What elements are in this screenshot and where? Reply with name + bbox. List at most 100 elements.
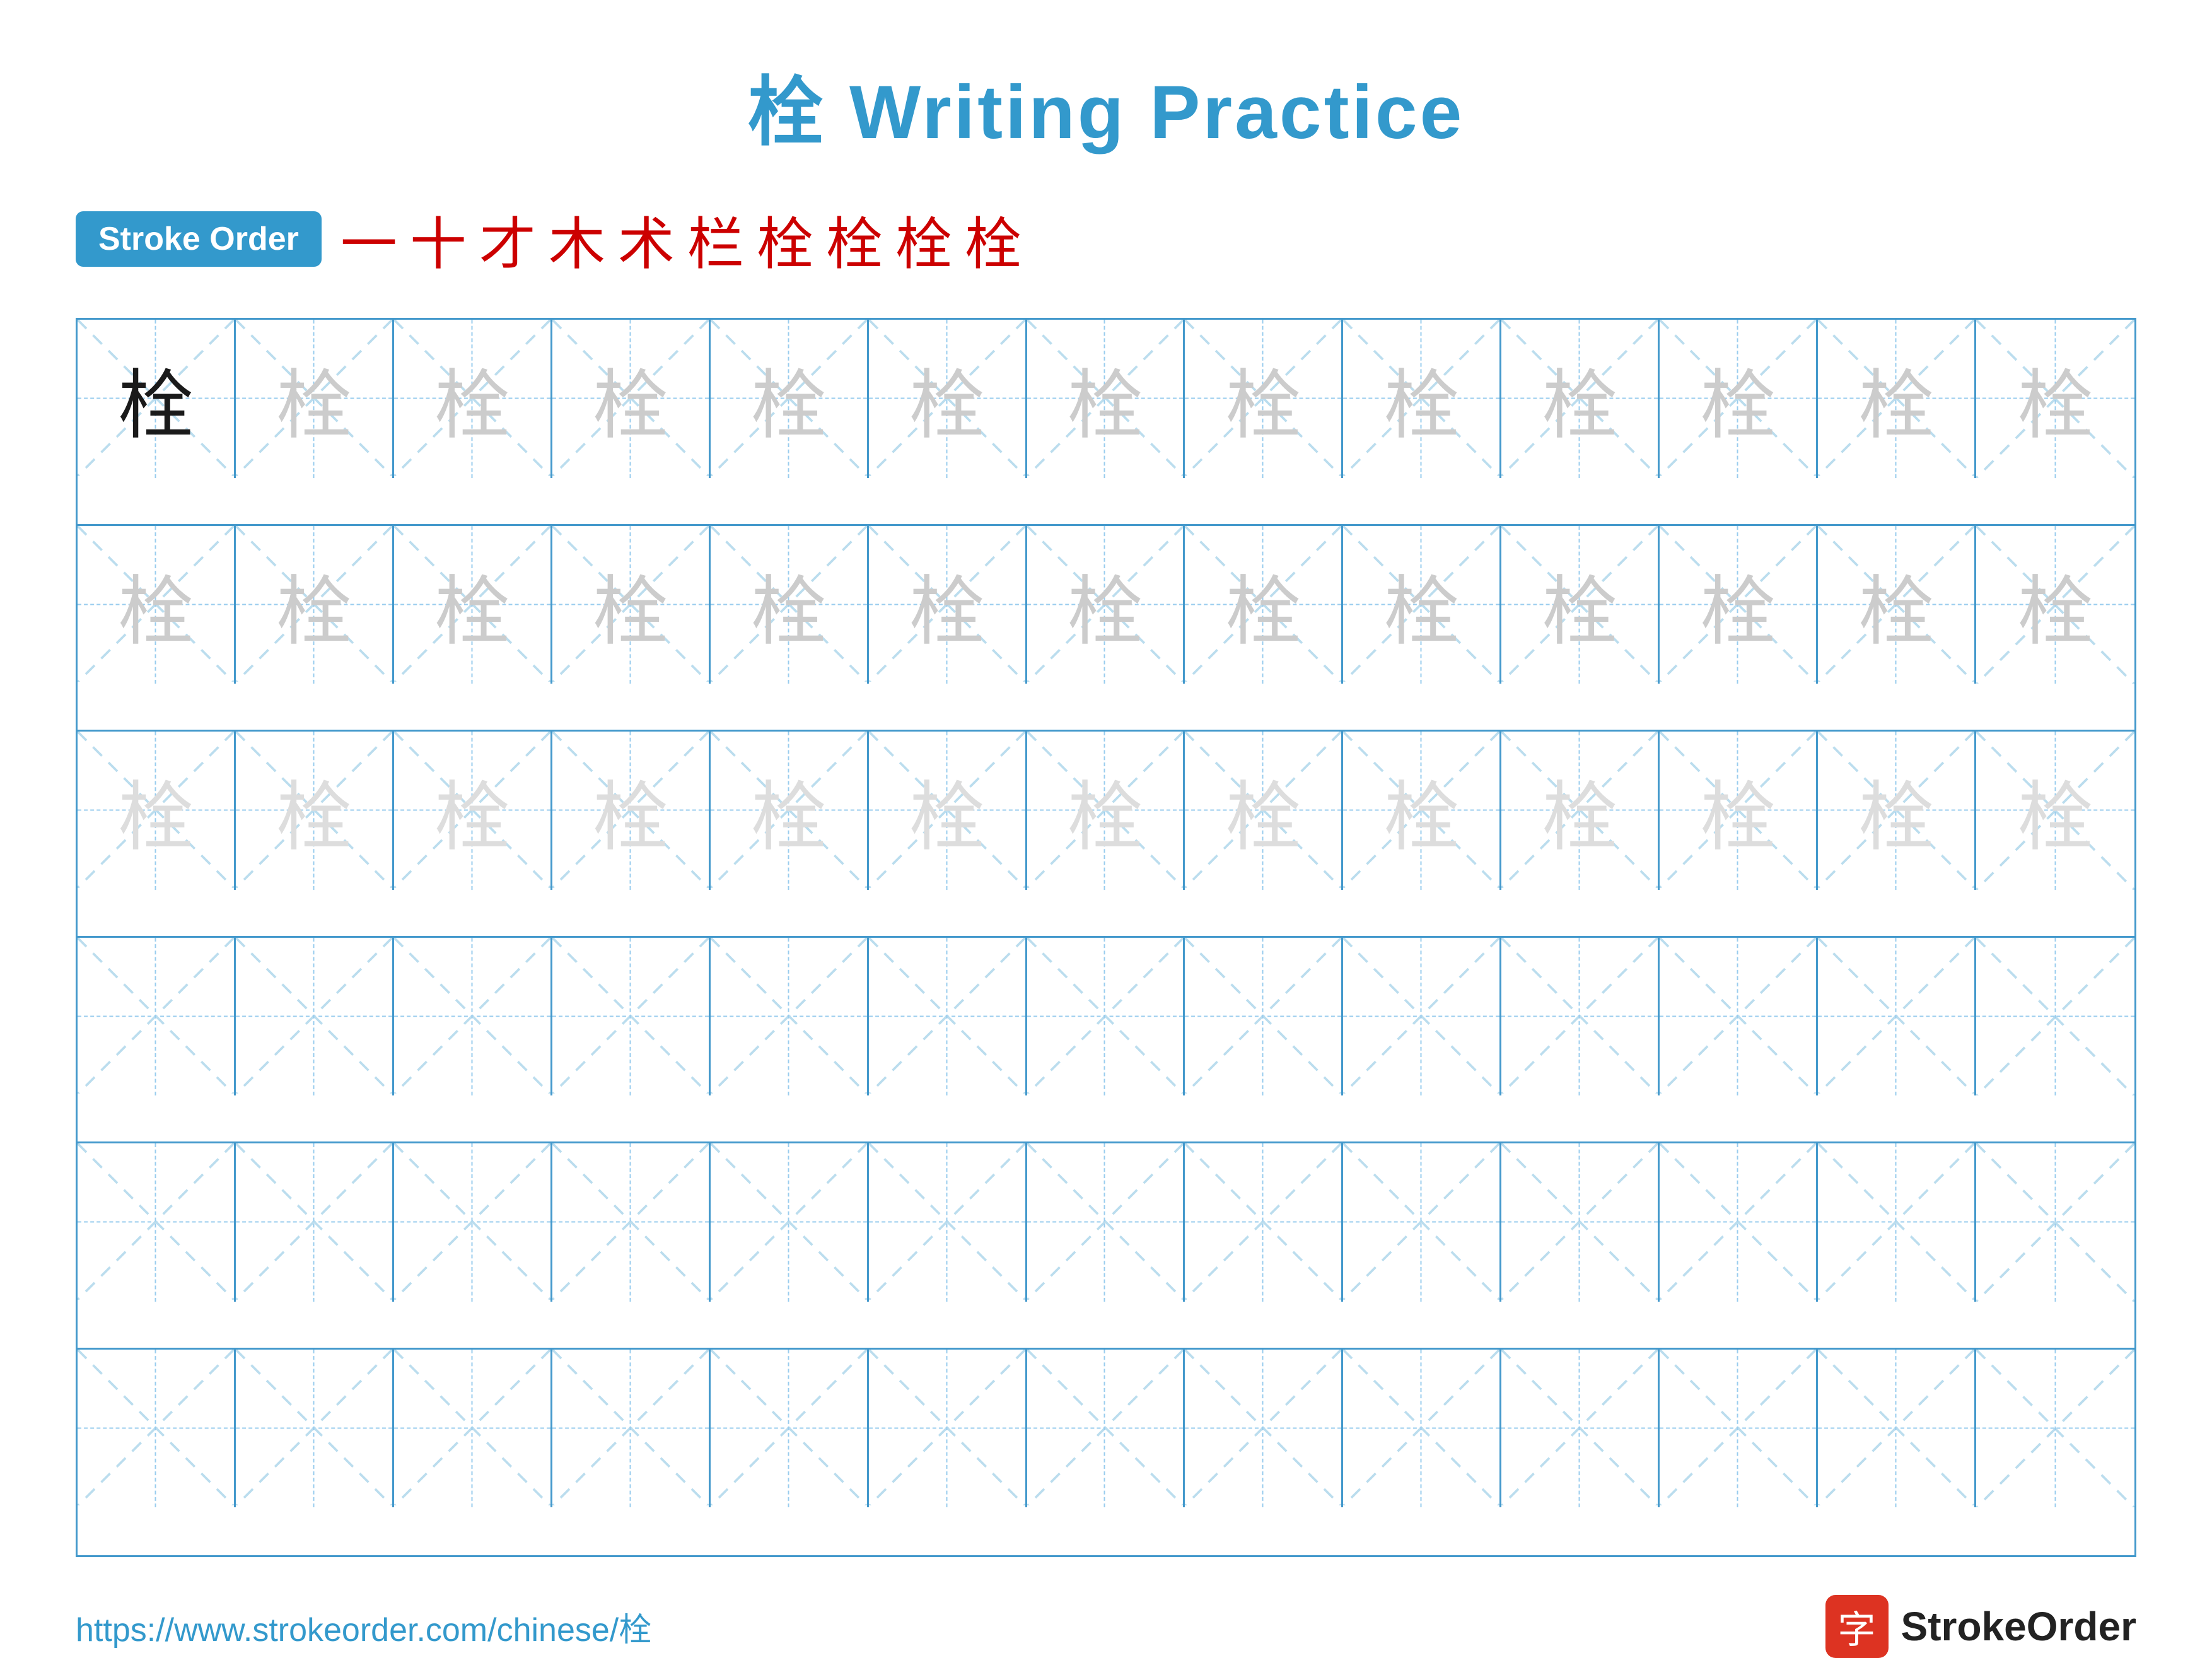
- char-display: 栓: [1542, 756, 1617, 865]
- grid-cell[interactable]: 栓: [1343, 732, 1501, 890]
- grid-cell[interactable]: 栓: [78, 526, 236, 684]
- grid-cell[interactable]: 栓: [1660, 732, 1818, 890]
- char-display: 栓: [1383, 344, 1459, 453]
- grid-cell[interactable]: [1027, 938, 1185, 1096]
- grid-cell[interactable]: 栓: [78, 320, 236, 478]
- title-text: Writing Practice: [826, 70, 1465, 155]
- stroke-3: 才: [479, 198, 536, 280]
- grid-cell[interactable]: [869, 1143, 1027, 1302]
- grid-cell[interactable]: [1660, 1143, 1818, 1302]
- char-display: 栓: [751, 344, 827, 453]
- grid-cell[interactable]: 栓: [1343, 320, 1501, 478]
- char-display: 栓: [2018, 344, 2093, 453]
- grid-cell[interactable]: [1027, 1143, 1185, 1302]
- grid-cell[interactable]: [711, 938, 869, 1096]
- grid-cell[interactable]: [394, 1350, 552, 1508]
- char-display: 栓: [2018, 756, 2093, 865]
- grid-cell[interactable]: [869, 1350, 1027, 1508]
- grid-row-4: [78, 938, 2134, 1144]
- grid-cell[interactable]: 栓: [1976, 526, 2134, 684]
- grid-cell[interactable]: 栓: [1660, 320, 1818, 478]
- grid-cell[interactable]: [394, 938, 552, 1096]
- grid-cell[interactable]: 栓: [236, 732, 394, 890]
- grid-row-6: [78, 1350, 2134, 1556]
- logo-icon: 字: [1825, 1595, 1889, 1658]
- grid-cell[interactable]: [711, 1350, 869, 1508]
- grid-cell[interactable]: [1027, 1350, 1185, 1508]
- char-display: 栓: [2018, 550, 2093, 660]
- grid-cell[interactable]: [1818, 1350, 1976, 1508]
- grid-cell[interactable]: 栓: [1027, 320, 1185, 478]
- grid-cell[interactable]: [1185, 1143, 1343, 1302]
- char-display: 栓: [909, 756, 985, 865]
- grid-cell[interactable]: 栓: [1027, 732, 1185, 890]
- grid-cell[interactable]: [236, 938, 394, 1096]
- grid-cell[interactable]: 栓: [1501, 732, 1660, 890]
- grid-cell[interactable]: [1343, 1143, 1501, 1302]
- grid-cell[interactable]: 栓: [394, 526, 552, 684]
- grid-cell[interactable]: [1818, 938, 1976, 1096]
- char-display: 栓: [1700, 756, 1776, 865]
- grid-cell[interactable]: 栓: [1185, 732, 1343, 890]
- grid-cell[interactable]: 栓: [236, 526, 394, 684]
- grid-cell[interactable]: 栓: [394, 732, 552, 890]
- grid-cell[interactable]: 栓: [869, 526, 1027, 684]
- grid-cell[interactable]: [78, 1143, 236, 1302]
- grid-cell[interactable]: 栓: [552, 320, 711, 478]
- grid-cell[interactable]: [1660, 1350, 1818, 1508]
- grid-cell[interactable]: [78, 1350, 236, 1508]
- grid-cell[interactable]: [1501, 1143, 1660, 1302]
- grid-cell[interactable]: [1660, 938, 1818, 1096]
- grid-cell[interactable]: 栓: [869, 732, 1027, 890]
- grid-cell[interactable]: 栓: [1660, 526, 1818, 684]
- grid-cell[interactable]: [1185, 1350, 1343, 1508]
- char-display: 栓: [1067, 550, 1143, 660]
- grid-cell[interactable]: 栓: [1976, 320, 2134, 478]
- char-display: 栓: [276, 550, 352, 660]
- stroke-sequence: 一 十 才 木 术 栏 栓 栓 栓 栓: [341, 198, 1022, 280]
- grid-cell[interactable]: 栓: [1818, 526, 1976, 684]
- grid-cell[interactable]: [869, 938, 1027, 1096]
- grid-cell[interactable]: [236, 1350, 394, 1508]
- grid-cell[interactable]: 栓: [1976, 732, 2134, 890]
- grid-cell[interactable]: 栓: [78, 732, 236, 890]
- grid-cell[interactable]: 栓: [552, 732, 711, 890]
- page-container: 栓 Writing Practice Stroke Order 一 十 才 木 …: [0, 0, 2212, 1563]
- grid-cell[interactable]: 栓: [869, 320, 1027, 478]
- grid-cell[interactable]: [1501, 938, 1660, 1096]
- grid-cell[interactable]: 栓: [552, 526, 711, 684]
- char-display: 栓: [1542, 344, 1617, 453]
- grid-cell[interactable]: 栓: [711, 732, 869, 890]
- grid-cell[interactable]: [1343, 1350, 1501, 1508]
- grid-cell[interactable]: 栓: [1818, 320, 1976, 478]
- char-display: 栓: [1383, 756, 1459, 865]
- grid-cell[interactable]: 栓: [1501, 526, 1660, 684]
- grid-cell[interactable]: 栓: [1343, 526, 1501, 684]
- grid-cell[interactable]: [1501, 1350, 1660, 1508]
- grid-cell[interactable]: [1185, 938, 1343, 1096]
- grid-cell[interactable]: 栓: [1027, 526, 1185, 684]
- char-display: 栓: [1225, 550, 1301, 660]
- grid-cell[interactable]: [1818, 1143, 1976, 1302]
- grid-cell[interactable]: 栓: [1501, 320, 1660, 478]
- grid-cell[interactable]: 栓: [1185, 526, 1343, 684]
- grid-cell[interactable]: [552, 938, 711, 1096]
- grid-cell[interactable]: [78, 938, 236, 1096]
- grid-cell[interactable]: [236, 1143, 394, 1302]
- grid-cell[interactable]: 栓: [1185, 320, 1343, 478]
- grid-cell[interactable]: [1976, 1350, 2134, 1508]
- grid-cell[interactable]: 栓: [394, 320, 552, 478]
- footer-url[interactable]: https://www.strokeorder.com/chinese/栓: [76, 1603, 651, 1650]
- grid-cell[interactable]: [552, 1350, 711, 1508]
- grid-cell[interactable]: [711, 1143, 869, 1302]
- grid-cell[interactable]: 栓: [711, 320, 869, 478]
- grid-cell[interactable]: [552, 1143, 711, 1302]
- grid-cell[interactable]: [1976, 938, 2134, 1096]
- grid-cell[interactable]: 栓: [1818, 732, 1976, 890]
- grid-cell[interactable]: [394, 1143, 552, 1302]
- grid-cell[interactable]: 栓: [711, 526, 869, 684]
- grid-cell[interactable]: 栓: [236, 320, 394, 478]
- grid-cell[interactable]: [1343, 938, 1501, 1096]
- grid-cell[interactable]: [1976, 1143, 2134, 1302]
- page-title: 栓 Writing Practice: [748, 50, 1465, 160]
